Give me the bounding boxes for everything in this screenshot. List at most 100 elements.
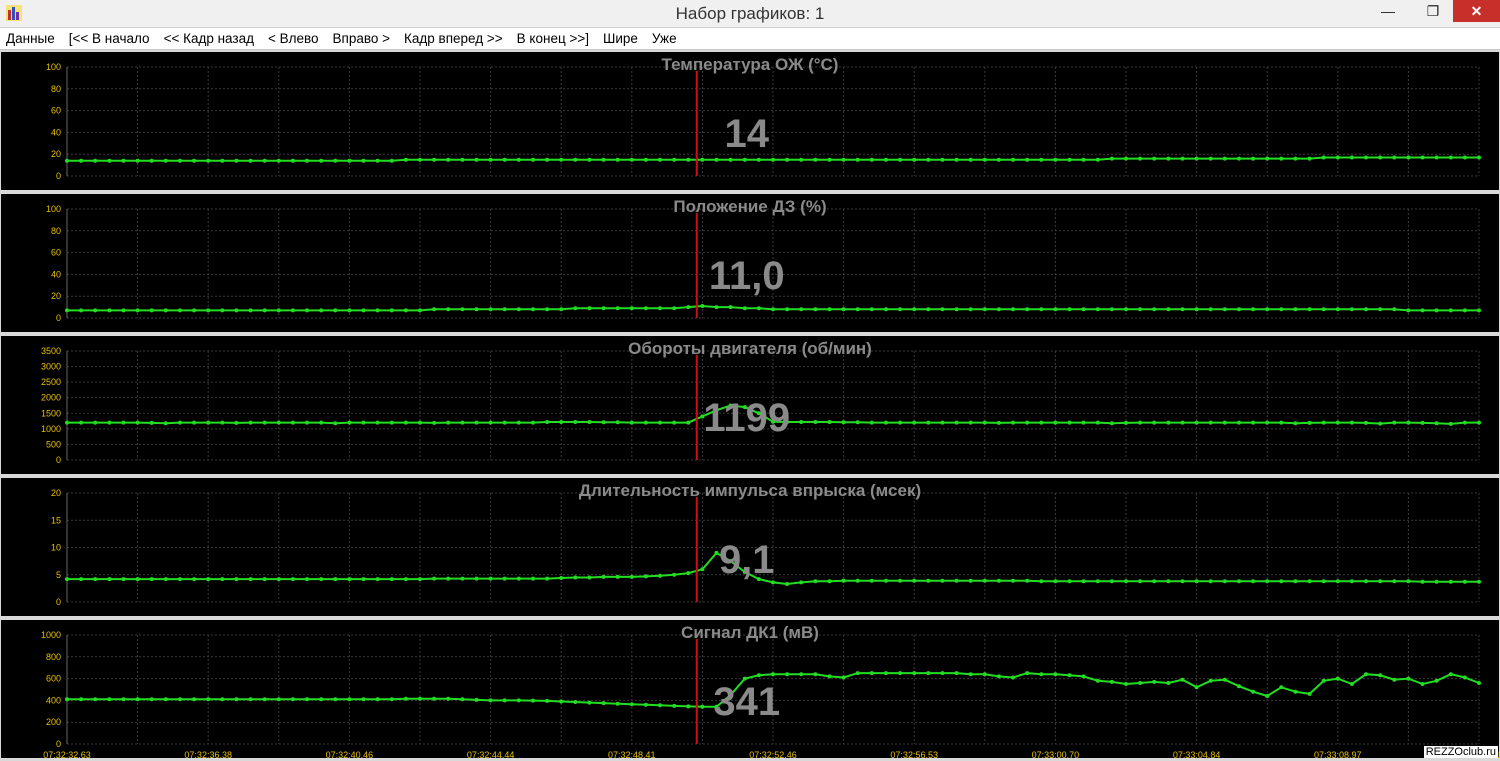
data-point	[1222, 156, 1227, 161]
data-point	[898, 157, 903, 162]
data-point	[1208, 307, 1213, 312]
data-point	[1434, 678, 1439, 683]
time-tick-label: 07:33:08.97	[1314, 750, 1362, 760]
data-point	[1208, 579, 1213, 584]
data-point	[65, 308, 69, 313]
data-point	[305, 158, 309, 163]
data-point	[389, 308, 394, 313]
menu-narrower[interactable]: Уже	[652, 31, 677, 46]
data-point	[347, 308, 352, 313]
y-tick-label: 2500	[41, 377, 61, 387]
menu-data[interactable]: Данные	[6, 31, 55, 46]
data-point	[1081, 307, 1086, 312]
data-point	[93, 308, 98, 313]
data-point	[516, 420, 521, 425]
data-point	[1265, 420, 1270, 425]
data-point	[361, 158, 366, 163]
data-point	[799, 307, 804, 312]
data-point	[1109, 679, 1114, 684]
data-point	[559, 420, 564, 424]
data-point	[1293, 579, 1298, 584]
data-point	[940, 307, 945, 312]
data-point	[502, 698, 507, 703]
y-tick-label: 400	[46, 695, 61, 705]
data-point	[178, 697, 182, 702]
data-point	[135, 308, 140, 313]
data-point	[629, 157, 634, 162]
data-point	[1180, 677, 1185, 682]
data-point	[884, 157, 888, 162]
data-point	[234, 158, 239, 163]
data-point	[1349, 682, 1354, 686]
menu-go-start[interactable]: [<< В начало	[69, 31, 150, 46]
data-point	[1095, 579, 1100, 584]
data-point	[799, 420, 804, 424]
data-point	[813, 672, 818, 677]
data-point	[220, 420, 225, 425]
y-tick-label: 200	[46, 717, 61, 727]
data-point	[982, 578, 987, 583]
data-point	[1477, 308, 1481, 313]
menu-left[interactable]: < Влево	[268, 31, 319, 46]
data-point	[728, 157, 733, 162]
data-point	[1349, 420, 1354, 425]
data-point	[460, 307, 465, 312]
data-point	[686, 157, 691, 162]
data-point	[290, 158, 295, 163]
data-point	[135, 697, 140, 702]
data-point	[347, 158, 352, 163]
data-point	[1152, 679, 1157, 684]
data-point	[1392, 155, 1397, 160]
menu-frame-forward[interactable]: Кадр вперед >>	[404, 31, 503, 46]
data-point	[1124, 156, 1128, 161]
data-point	[869, 420, 874, 425]
close-icon[interactable]: ✕	[1453, 0, 1500, 22]
y-tick-label: 80	[51, 226, 61, 236]
menu-go-end[interactable]: В конец >>]	[517, 31, 589, 46]
minimize-icon[interactable]: —	[1371, 0, 1405, 22]
data-point	[898, 671, 903, 676]
data-point	[178, 158, 182, 163]
data-point	[954, 307, 959, 312]
data-point	[432, 307, 437, 312]
menu-wider[interactable]: Шире	[603, 31, 638, 46]
data-point	[206, 308, 211, 313]
data-point	[672, 572, 677, 577]
data-point	[1251, 420, 1256, 425]
menu-right[interactable]: Вправо >	[333, 31, 391, 46]
y-tick-label: 10	[51, 543, 61, 553]
data-point	[1237, 420, 1241, 425]
data-point	[813, 157, 818, 162]
restore-icon[interactable]: ❐	[1416, 0, 1450, 22]
data-point	[827, 674, 832, 679]
data-point	[361, 308, 366, 313]
data-point	[884, 671, 888, 676]
data-point	[319, 697, 324, 702]
y-tick-label: 0	[56, 171, 61, 181]
data-point	[799, 580, 804, 585]
data-point	[1124, 307, 1128, 312]
data-point	[855, 420, 860, 425]
data-point	[1434, 579, 1439, 584]
data-point	[1448, 672, 1453, 677]
data-point	[1265, 694, 1270, 698]
time-tick-label: 07:33:00.70	[1032, 750, 1080, 760]
data-point	[79, 158, 84, 163]
data-point	[686, 571, 691, 576]
data-point	[1420, 308, 1425, 313]
data-point	[1293, 307, 1298, 312]
data-point	[192, 158, 197, 163]
data-point	[1053, 579, 1058, 584]
data-point	[1392, 677, 1397, 682]
plots-canvas[interactable]: 020406080100 Температура ОЖ (°C)140204060…	[0, 51, 1500, 761]
data-point	[587, 157, 592, 162]
data-point	[1081, 674, 1086, 679]
chart-panel-4: 0 5 10 15 20 Длительность импульса впрыска (м…	[1, 478, 1499, 616]
data-point	[940, 420, 945, 425]
data-point	[968, 672, 973, 677]
data-point	[1321, 420, 1326, 425]
data-point	[813, 579, 818, 584]
menu-frame-back[interactable]: << Кадр назад	[164, 31, 254, 46]
data-point	[1011, 307, 1015, 312]
data-point	[601, 701, 606, 706]
